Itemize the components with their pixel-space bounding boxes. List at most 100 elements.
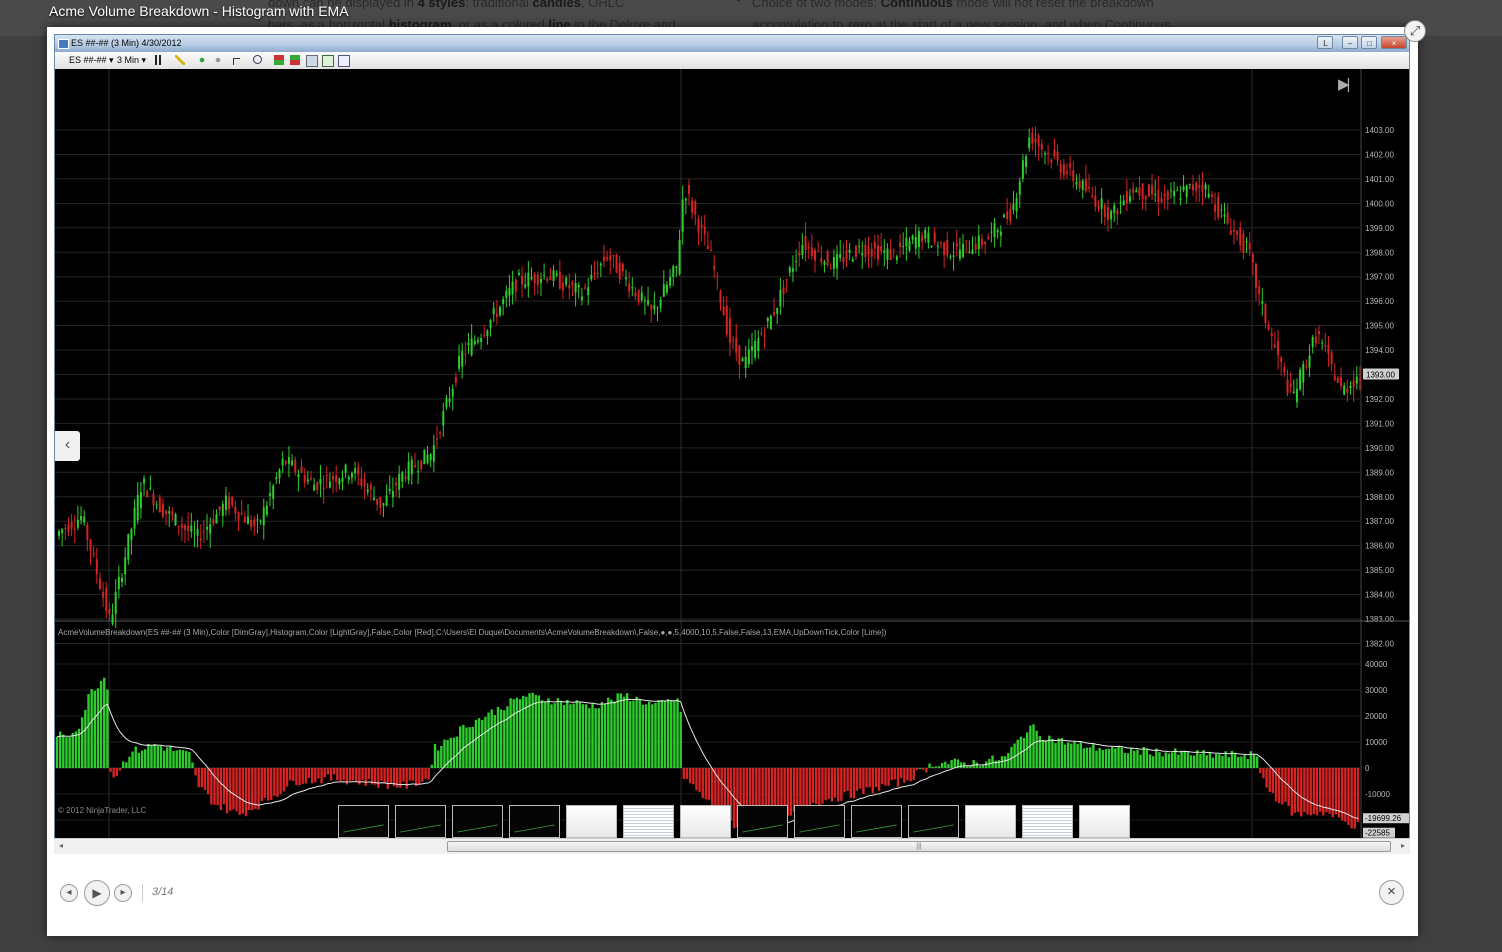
- window-controls: L – □ ×: [1316, 36, 1407, 51]
- candle-body: [517, 272, 520, 276]
- data-box-icon[interactable]: [338, 55, 350, 67]
- candle-body: [1201, 185, 1204, 192]
- candle-body: [1129, 196, 1131, 202]
- dollar-icon[interactable]: [322, 55, 334, 67]
- window-close-button[interactable]: ×: [1381, 36, 1407, 49]
- interval-selector[interactable]: 3 Min ▾: [117, 55, 146, 66]
- thumbnail[interactable]: [794, 805, 845, 838]
- scroll-to-end-icon[interactable]: ▶|: [1338, 75, 1351, 93]
- link-button[interactable]: L: [1317, 36, 1334, 49]
- maximize-button[interactable]: □: [1361, 36, 1378, 49]
- histogram-bar: [1240, 756, 1243, 768]
- candle-body: [782, 287, 785, 295]
- thumbnail[interactable]: [566, 805, 617, 838]
- candle-body: [1094, 195, 1097, 207]
- candle-body: [451, 388, 454, 397]
- candle-body: [788, 267, 791, 273]
- expand-button[interactable]: ⤢: [1404, 20, 1426, 42]
- candle-body: [209, 524, 212, 534]
- histogram-bar: [1246, 758, 1249, 768]
- drawing-pencil-icon[interactable]: [175, 55, 185, 65]
- candle-body: [1021, 160, 1024, 179]
- thumbnail[interactable]: [1022, 805, 1073, 838]
- instrument-selector[interactable]: ES ##-## ▾: [69, 55, 114, 66]
- thumbnail[interactable]: [680, 805, 731, 838]
- candle-body: [952, 255, 955, 257]
- candle-body: [719, 291, 722, 304]
- candle-body: [187, 525, 190, 532]
- candle-body: [149, 487, 152, 489]
- histogram-bar: [1290, 768, 1293, 816]
- candle-body: [448, 398, 451, 403]
- prev-button[interactable]: ◂: [60, 884, 78, 902]
- thumbnail[interactable]: [908, 805, 959, 838]
- candle-body: [388, 488, 391, 492]
- candle-body: [593, 272, 596, 274]
- thumbnail[interactable]: [1079, 805, 1130, 838]
- candle-body: [439, 432, 442, 434]
- candle-body: [694, 201, 697, 215]
- previous-slide-arrow[interactable]: ‹: [55, 431, 80, 461]
- window-titlebar[interactable]: ES ##-## (3 Min) 4/30/2012 L – □ ×: [55, 35, 1409, 52]
- candle-body: [284, 461, 287, 464]
- strategy-icon[interactable]: [290, 55, 300, 65]
- thumbnail[interactable]: [851, 805, 902, 838]
- candle-body: [1299, 369, 1302, 390]
- thumbnail[interactable]: [395, 805, 446, 838]
- histogram-bar: [1208, 751, 1212, 768]
- scroll-left-arrow[interactable]: ◂: [59, 841, 63, 850]
- candle-body: [105, 588, 108, 611]
- histogram-bar: [84, 709, 87, 768]
- crosshair-icon[interactable]: [233, 58, 240, 65]
- candle-body: [275, 477, 278, 480]
- minimize-button[interactable]: –: [1341, 36, 1358, 49]
- indicator-tick-label: 40000: [1365, 660, 1388, 669]
- candle-body: [675, 266, 678, 268]
- indicator-icon[interactable]: [274, 55, 284, 65]
- histogram-bar: [698, 768, 701, 792]
- chart-scrollbar[interactable]: ◂ ||| ▸: [54, 838, 1410, 854]
- histogram-bar: [503, 710, 506, 768]
- lightbox-close-button[interactable]: ×: [1379, 880, 1404, 905]
- candle-body: [546, 278, 549, 281]
- thumbnail[interactable]: [623, 805, 674, 838]
- candle-body: [152, 493, 155, 506]
- scrollbar-thumb[interactable]: |||: [447, 841, 1391, 852]
- pin-icon[interactable]: [197, 55, 207, 65]
- histogram-bar: [336, 768, 339, 781]
- histogram-bar: [414, 768, 418, 787]
- histogram-bar: [947, 764, 950, 768]
- histogram-bar: [301, 768, 304, 784]
- eraser-icon[interactable]: [213, 55, 223, 65]
- next-button[interactable]: ▸: [114, 884, 132, 902]
- scroll-right-arrow[interactable]: ▸: [1401, 841, 1405, 850]
- candle-body: [892, 249, 895, 251]
- properties-icon[interactable]: [306, 55, 318, 67]
- price-tick-label: 1391.00: [1365, 419, 1394, 428]
- price-chart[interactable]: 1403.00 1402.00 1401.00 1400.00 1399.00 1398.…: [55, 69, 1410, 854]
- candle-body: [1182, 186, 1185, 190]
- zoom-icon[interactable]: [253, 55, 262, 64]
- candle-body: [83, 516, 86, 523]
- candle-body: [224, 495, 227, 510]
- candle-body: [1075, 181, 1078, 185]
- histogram-bar: [1325, 768, 1328, 813]
- thumbnail[interactable]: [965, 805, 1016, 838]
- bar-type-icon[interactable]: [155, 55, 165, 65]
- candle-body: [987, 236, 990, 240]
- histogram-bar: [657, 700, 660, 768]
- candle-body: [741, 358, 744, 362]
- candle-body: [495, 313, 498, 317]
- candle-body: [196, 529, 199, 536]
- candle-body: [278, 469, 281, 479]
- play-button[interactable]: ▶: [84, 880, 110, 906]
- thumbnail[interactable]: [452, 805, 503, 838]
- histogram-bar: [477, 718, 481, 768]
- histogram-bar: [893, 768, 897, 780]
- thumbnail[interactable]: [338, 805, 389, 838]
- thumbnail[interactable]: [737, 805, 788, 838]
- thumbnail[interactable]: [509, 805, 560, 838]
- histogram-bar: [207, 768, 210, 795]
- candle-body: [568, 284, 571, 289]
- histogram-bar: [1026, 732, 1029, 768]
